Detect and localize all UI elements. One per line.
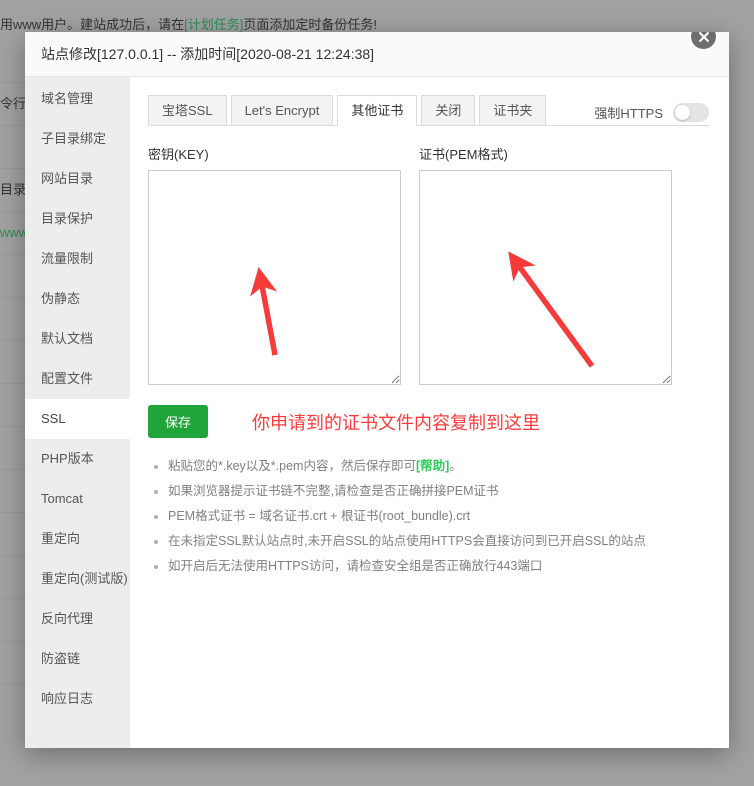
sidebar-item-subdir-bind[interactable]: 子目录绑定 bbox=[25, 119, 130, 159]
modal-title: 站点修改[127.0.0.1] -- 添加时间[2020-08-21 12:24… bbox=[25, 32, 729, 77]
sidebar-item-reverse-proxy[interactable]: 反向代理 bbox=[25, 599, 130, 639]
sidebar-item-anti-leech[interactable]: 防盗链 bbox=[25, 639, 130, 679]
force-https-toggle[interactable] bbox=[673, 103, 709, 122]
tab-cert-folder[interactable]: 证书夹 bbox=[479, 95, 547, 125]
note-suffix: 。 bbox=[449, 459, 462, 473]
tab-close[interactable]: 关闭 bbox=[421, 95, 476, 125]
list-item: 在未指定SSL默认站点时,未开启SSL的站点使用HTTPS会直接访问到已开启SS… bbox=[168, 529, 709, 554]
toggle-knob bbox=[675, 105, 690, 120]
save-button[interactable]: 保存 bbox=[148, 405, 209, 438]
sidebar-item-rewrite[interactable]: 伪静态 bbox=[25, 279, 130, 319]
list-item: 粘贴您的*.key以及*.pem内容，然后保存即可[帮助]。 bbox=[168, 454, 709, 479]
sidebar-item-redirect-beta[interactable]: 重定向(测试版) bbox=[25, 559, 130, 599]
sidebar-item-default-doc[interactable]: 默认文档 bbox=[25, 319, 130, 359]
force-https-label: 强制HTTPS bbox=[594, 106, 663, 121]
list-item: 如开启后无法使用HTTPS访问，请检查安全组是否正确放行443端口 bbox=[168, 554, 709, 579]
note-text: 如开启后无法使用HTTPS访问，请检查安全组是否正确放行443端口 bbox=[168, 559, 543, 573]
ssl-panel: 宝塔SSL Let's Encrypt 其他证书 关闭 证书夹 强制HTTPS … bbox=[130, 77, 729, 748]
sidebar-item-access-log[interactable]: 响应日志 bbox=[25, 679, 130, 719]
force-https-control: 强制HTTPS bbox=[594, 103, 709, 122]
sidebar-item-dir-protect[interactable]: 目录保护 bbox=[25, 199, 130, 239]
tab-lets-encrypt[interactable]: Let's Encrypt bbox=[230, 95, 334, 125]
modal-body: 域名管理 子目录绑定 网站目录 目录保护 流量限制 伪静态 默认文档 配置文件 … bbox=[25, 77, 729, 748]
pem-input[interactable] bbox=[419, 170, 672, 385]
sidebar-item-redirect[interactable]: 重定向 bbox=[25, 519, 130, 559]
tab-other-cert[interactable]: 其他证书 bbox=[337, 95, 418, 126]
list-item: PEM格式证书 = 域名证书.crt + 根证书(root_bundle).cr… bbox=[168, 504, 709, 529]
site-edit-modal: 站点修改[127.0.0.1] -- 添加时间[2020-08-21 12:24… bbox=[25, 32, 729, 748]
pem-field-label: 证书(PEM格式) bbox=[419, 147, 508, 162]
sidebar-item-config-file[interactable]: 配置文件 bbox=[25, 359, 130, 399]
tab-bt-ssl[interactable]: 宝塔SSL bbox=[148, 95, 227, 125]
key-field-label: 密钥(KEY) bbox=[148, 147, 209, 162]
key-input[interactable] bbox=[148, 170, 401, 385]
cert-fields: 密钥(KEY) 证书(PEM格式) bbox=[148, 144, 709, 390]
sidebar-item-traffic-limit[interactable]: 流量限制 bbox=[25, 239, 130, 279]
note-text: 粘贴您的*.key以及*.pem内容，然后保存即可 bbox=[168, 459, 416, 473]
red-annotation-text: 你申请到的证书文件内容复制到这里 bbox=[252, 412, 541, 433]
modal-sidebar: 域名管理 子目录绑定 网站目录 目录保护 流量限制 伪静态 默认文档 配置文件 … bbox=[25, 77, 130, 748]
sidebar-item-php-version[interactable]: PHP版本 bbox=[25, 439, 130, 479]
sidebar-item-tomcat[interactable]: Tomcat bbox=[25, 479, 130, 519]
sidebar-item-ssl[interactable]: SSL bbox=[25, 399, 130, 439]
help-link[interactable]: [帮助] bbox=[416, 459, 449, 473]
note-text: PEM格式证书 = 域名证书.crt + 根证书(root_bundle).cr… bbox=[168, 509, 471, 523]
list-item: 如果浏览器提示证书链不完整,请检查是否正确拼接PEM证书 bbox=[168, 479, 709, 504]
banner-suffix: 页面添加定时备份任务! bbox=[243, 17, 378, 32]
pem-field-group: 证书(PEM格式) bbox=[419, 144, 672, 390]
screen: 用www用户。建站成功后，请在[计划任务]页面添加定时备份任务! 令行 目录 w… bbox=[0, 0, 754, 786]
ssl-tabs: 宝塔SSL Let's Encrypt 其他证书 关闭 证书夹 强制HTTPS bbox=[148, 95, 709, 126]
sidebar-item-site-dir[interactable]: 网站目录 bbox=[25, 159, 130, 199]
ssl-notes-list: 粘贴您的*.key以及*.pem内容，然后保存即可[帮助]。 如果浏览器提示证书… bbox=[148, 454, 709, 579]
key-field-group: 密钥(KEY) bbox=[148, 144, 401, 390]
save-row: 保存 你申请到的证书文件内容复制到这里 bbox=[148, 405, 709, 438]
banner-prefix: 用www用户。建站成功后，请在 bbox=[0, 17, 185, 32]
sidebar-item-domain[interactable]: 域名管理 bbox=[25, 79, 130, 119]
note-text: 如果浏览器提示证书链不完整,请检查是否正确拼接PEM证书 bbox=[168, 484, 499, 498]
banner-link-scheduled-tasks[interactable]: [计划任务] bbox=[184, 17, 243, 32]
note-text: 在未指定SSL默认站点时,未开启SSL的站点使用HTTPS会直接访问到已开启SS… bbox=[168, 534, 646, 548]
